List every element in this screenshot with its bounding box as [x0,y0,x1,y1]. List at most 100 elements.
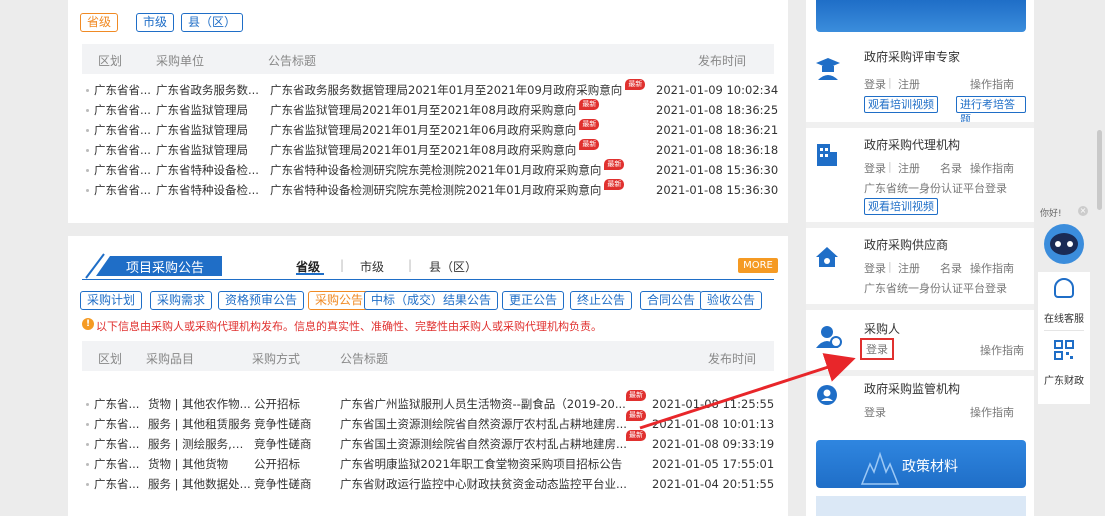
bullet-icon [86,423,89,426]
tab-level-province[interactable]: 省级 [80,13,119,32]
cell-title-link[interactable]: 广东省明康监狱2021年职工食堂物资采购项目招标公告 [340,454,630,474]
cell-region: 广东省省... [94,143,151,157]
cell-region: 广东省省... [94,163,151,177]
online-service-label[interactable]: 在线客服 [1040,310,1088,325]
supplier-guide-link[interactable]: 操作指南 [970,260,1014,276]
headset-icon[interactable] [1054,278,1074,298]
table-row[interactable]: 广东省省... 广东省监狱管理局 广东省监狱管理局2021年01月至2021年08月… [68,139,788,160]
house-icon [816,247,838,267]
expert-guide-link[interactable]: 操作指南 [970,76,1014,92]
card-agency-title: 政府采购代理机构 [864,138,961,152]
col-method: 采购方式 [252,352,301,366]
cell-title-link[interactable]: 广东省特种设备检测研究院东莞检测院2021年01月政府采购意向 最新 [270,159,690,180]
type-announcement[interactable]: 采购公告 [308,291,371,310]
type-contract[interactable]: 合同公告 [640,291,703,310]
supplier-register-link[interactable]: 注册 [898,260,920,276]
cell-title-link[interactable]: 广东省广州监狱服刑人员生活物资--副食品（2019-20... [340,394,630,414]
qrcode-icon[interactable] [1054,340,1074,360]
table-row[interactable]: 广东省省... 广东省特种设备检... 广东省特种设备检测研究院东莞检测院2021年… [68,179,788,200]
cell-region: 广东省省... [94,183,151,197]
cell-title-link[interactable]: 广东省国土资源测绘院省自然资源厅农村乱占耕地建房... [340,414,630,434]
type-acceptance[interactable]: 验收公告 [700,291,763,310]
building-icon [817,144,837,166]
cell-item: 货物 | 其他货物 [148,457,229,471]
purchaser-guide-link[interactable]: 操作指南 [980,342,1024,358]
chatbot-avatar[interactable] [1040,222,1088,266]
table-row[interactable]: 广东省省... 广东省特种设备检... 广东省特种设备检测研究院东莞检测院2021年… [68,159,788,180]
cell-title: 广东省监狱管理局2021年01月至2021年08月政府采购意向 [270,143,577,157]
card-regulator-title: 政府采购监管机构 [864,382,961,396]
bullet-icon [86,483,89,486]
type-plan[interactable]: 采购计划 [80,291,143,310]
table-row[interactable]: 广东省... 货物 | 其他货物 公开招标 广东省明康监狱2021年职工食堂物资采购项… [68,454,788,474]
cell-title: 广东省监狱管理局2021年01月至2021年08月政府采购意向 [270,103,577,117]
card-supplier: 政府采购供应商 登录 | 注册 名录 操作指南 广东省统一身份认证平台登录 [816,236,1026,296]
expert-login-link[interactable]: 登录 [864,76,886,92]
divider: | [408,258,413,272]
cell-time: 2021-01-05 17:55:01 [652,457,775,471]
cell-title: 广东省监狱管理局2021年01月至2021年06月政府采购意向 [270,123,577,137]
divider: | [888,160,892,173]
guangdong-finance-label[interactable]: 广东财政 [1040,372,1088,387]
cell-title-link[interactable]: 广东省国土资源测绘院省自然资源厅农村乱占耕地建房... [340,434,630,454]
table-row[interactable]: 广东省省... 广东省监狱管理局 广东省监狱管理局2021年01月至2021年08月… [68,99,788,120]
supplier-auth-link[interactable]: 广东省统一身份认证平台登录 [864,280,1007,296]
cell-title-link[interactable]: 广东省特种设备检测研究院东莞检测院2021年01月政府采购意向 最新 [270,179,690,200]
bullet-icon [86,463,89,466]
greeting-text: 你好! [1040,209,1062,219]
regulator-guide-link[interactable]: 操作指南 [970,404,1014,420]
cell-time: 2021-01-08 15:36:30 [656,163,779,177]
cell-region: 广东省... [94,477,140,491]
cell-region: 广东省... [94,437,140,451]
type-termination[interactable]: 终止公告 [570,291,633,310]
cell-time: 2021-01-08 18:36:21 [656,123,779,137]
tab-level-county[interactable]: 县（区） [429,258,477,275]
type-correction[interactable]: 更正公告 [502,291,565,310]
bullet-icon [86,189,89,192]
tab-level-city[interactable]: 市级 [136,13,175,32]
expert-register-link[interactable]: 注册 [898,76,920,92]
cell-title-link[interactable]: 广东省财政运行监控中心财政扶贫资金动态监控平台业... [340,474,630,494]
cell-title-link[interactable]: 广东省政务服务数据管理局2021年01月至2021年09月政府采购意向 最新 [270,79,690,100]
col-unit: 采购单位 [156,54,205,68]
divider: | [888,76,892,89]
agency-training-video-button[interactable]: 观看培训视频 [864,198,938,215]
table-row[interactable]: 广东省省... 广东省政务服务数... 广东省政务服务数据管理局2021年01月至2… [68,79,788,100]
expert-exam-button[interactable]: 进行考培答题 [956,96,1026,126]
agency-login-link[interactable]: 登录 [864,160,886,176]
agency-list-link[interactable]: 名录 [940,160,962,176]
cell-method: 公开招标 [254,457,300,471]
cell-unit: 广东省政务服务数... [156,83,259,97]
close-icon[interactable]: × [1078,206,1088,216]
table-row[interactable]: 广东省... 服务 | 其他数据处... 竞争性磋商 广东省财政运行监控中心财政扶贫资… [68,474,788,494]
cell-title-link[interactable]: 广东省监狱管理局2021年01月至2021年06月政府采购意向 最新 [270,119,690,140]
type-demand[interactable]: 采购需求 [150,291,213,310]
type-result[interactable]: 中标（成交）结果公告 [364,291,499,310]
type-prequalification[interactable]: 资格预审公告 [218,291,305,310]
divider [806,222,1034,228]
cell-time: 2021-01-08 18:36:25 [656,103,779,117]
cell-time: 2021-01-09 10:02:34 [656,83,779,97]
supplier-login-link[interactable]: 登录 [864,260,886,276]
more-button[interactable]: MORE [738,258,778,273]
table-row[interactable]: 广东省省... 广东省监狱管理局 广东省监狱管理局2021年01月至2021年06月… [68,119,788,140]
cell-region: 广东省省... [94,103,151,117]
agency-auth-link[interactable]: 广东省统一身份认证平台登录 [864,180,1007,196]
tab-level-county[interactable]: 县（区） [181,13,244,32]
agency-guide-link[interactable]: 操作指南 [970,160,1014,176]
scrollbar-thumb[interactable] [1097,130,1102,210]
card-expert-title: 政府采购评审专家 [864,50,961,64]
expert-training-video-button[interactable]: 观看培训视频 [864,96,938,113]
cell-title-link[interactable]: 广东省监狱管理局2021年01月至2021年08月政府采购意向 最新 [270,139,690,160]
card-expert: 政府采购评审专家 登录 | 注册 操作指南 观看培训视频 进行考培答题 [816,48,1026,126]
policy-materials-banner[interactable]: 政策材料 [816,440,1026,488]
cell-title-link[interactable]: 广东省监狱管理局2021年01月至2021年08月政府采购意向 最新 [270,99,690,120]
tab-level-city[interactable]: 市级 [360,258,384,275]
cell-time: 2021-01-08 18:36:18 [656,143,779,157]
supplier-list-link[interactable]: 名录 [940,260,962,276]
cell-title: 广东省特种设备检测研究院东莞检测院2021年01月政府采购意向 [270,163,602,177]
new-badge: 最新 [579,119,600,130]
expert-icon [816,58,840,80]
agency-register-link[interactable]: 注册 [898,160,920,176]
divider: | [888,260,892,273]
